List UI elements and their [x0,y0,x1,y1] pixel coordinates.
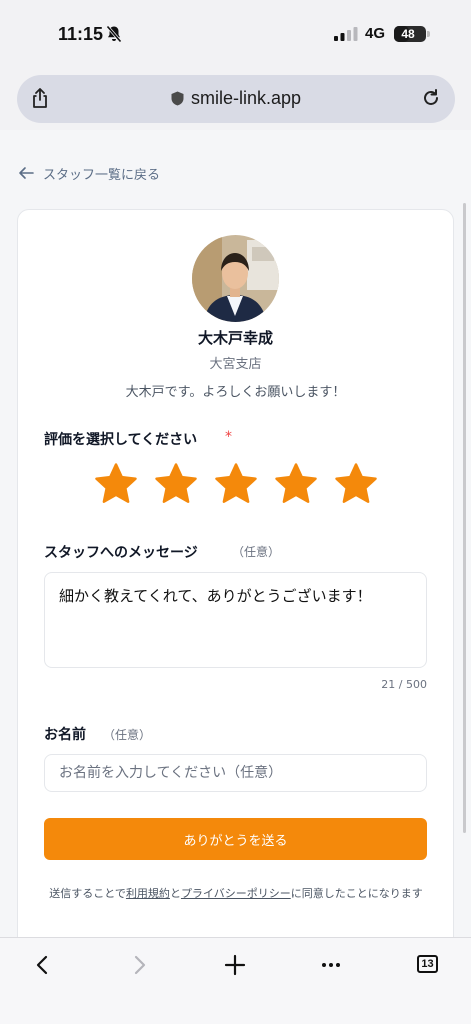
terms-suffix: に同意したことになります [290,887,423,900]
back-link-label: スタッフ一覧に戻る [43,167,161,183]
staff-intro: 大木戸です。よろしくお願いします！ [125,385,346,400]
star-icon[interactable] [334,462,378,506]
name-label: お名前 [44,727,86,743]
signal-icon [334,27,358,41]
message-textarea[interactable] [44,572,427,668]
arrow-left-icon [19,167,34,179]
page-scrollbar[interactable] [463,203,466,833]
plus-icon[interactable] [222,953,248,977]
star-icon[interactable] [154,462,198,506]
terms-of-service-link[interactable]: 利用規約 [126,887,170,900]
privacy-policy-link[interactable]: プライバシーポリシー [181,887,291,900]
rating-label: 評価を選択してください [44,432,198,448]
lock-icon [171,91,184,106]
staff-avatar [192,235,279,322]
staff-name: 大木戸幸成 [197,329,273,347]
terms-notice: 送信することで利用規約とプライバシーポリシーに同意したことになります [48,885,424,903]
battery-cap [427,31,430,37]
reload-icon[interactable] [421,88,441,108]
back-to-staff-list-link[interactable]: スタッフ一覧に戻る [18,162,160,184]
battery-icon: 48 [394,26,426,42]
more-icon[interactable] [318,953,344,977]
message-optional-label: （任意） [232,545,281,559]
name-input[interactable] [44,754,427,792]
star-icon[interactable] [214,462,258,506]
chevron-left-icon[interactable] [30,953,56,977]
share-icon[interactable] [31,88,49,108]
tabs-icon[interactable]: 13 [417,955,438,973]
terms-and: と [169,887,181,900]
star-icon[interactable] [274,462,318,506]
network-type: 4G [365,25,386,42]
send-thanks-button[interactable]: ありがとうを送る [44,818,427,860]
status-time: 11:15 [58,24,104,44]
terms-prefix: 送信することで [49,887,126,900]
chevron-right-icon[interactable] [126,953,152,977]
url-text[interactable]: smile-link.app [191,88,301,109]
required-mark: * [225,429,232,445]
name-optional-label: （任意） [103,728,152,742]
battery-percent: 48 [401,27,415,41]
star-icon[interactable] [94,462,138,506]
staff-store: 大宮支店 [209,357,262,372]
char-count: 21 / 500 [381,678,427,691]
browser-toolbar [0,937,471,1024]
message-label: スタッフへのメッセージ [44,545,198,561]
bell-muted-icon [106,25,122,43]
